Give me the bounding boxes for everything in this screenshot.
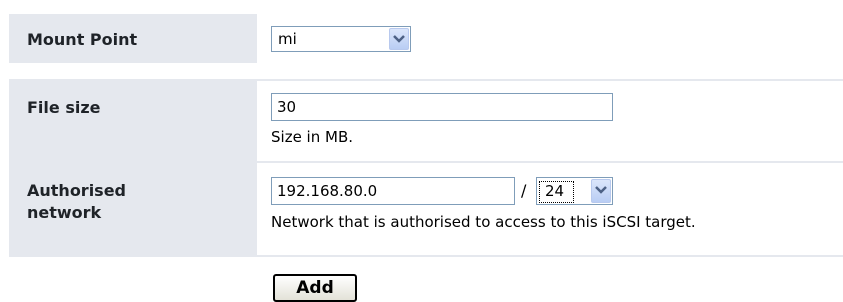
add-target-form: Mount Point mi File size Size in MB. [0,0,843,302]
mount-point-selected-value: mi [278,30,297,48]
authorised-network-label-cell: Authorised network [9,163,257,255]
file-size-label: File size [27,98,101,117]
network-address-input[interactable] [271,177,515,205]
authorised-network-hint: Network that is authorised to access to … [271,213,696,231]
file-size-field-cell: Size in MB. [259,81,843,161]
prefix-length-select[interactable]: 24 [536,177,613,205]
prefix-length-dropdown-button[interactable] [591,179,611,203]
authorised-network-row: Authorised network / 24 Network that is … [0,163,843,255]
chevron-down-icon [393,35,405,43]
mount-point-row: Mount Point mi [0,14,843,63]
mount-point-field-cell: mi [259,14,843,63]
prefix-separator: / [521,181,527,200]
file-size-row: File size Size in MB. [0,81,843,161]
file-size-label-cell: File size [9,81,257,161]
mount-point-label-cell: Mount Point [9,14,257,63]
mount-point-select[interactable]: mi [271,26,411,52]
mount-point-label: Mount Point [27,30,138,49]
divider [9,255,843,257]
prefix-length-selected-value: 24 [545,182,565,200]
add-button[interactable]: Add [273,274,357,302]
chevron-down-icon [595,186,607,194]
authorised-network-field-cell: / 24 Network that is authorised to acces… [259,163,843,255]
authorised-network-label-line2: network [27,203,102,222]
file-size-hint: Size in MB. [271,128,354,146]
authorised-network-label-line1: Authorised [27,181,127,200]
file-size-input[interactable] [271,93,613,121]
mount-point-dropdown-button[interactable] [389,28,409,50]
